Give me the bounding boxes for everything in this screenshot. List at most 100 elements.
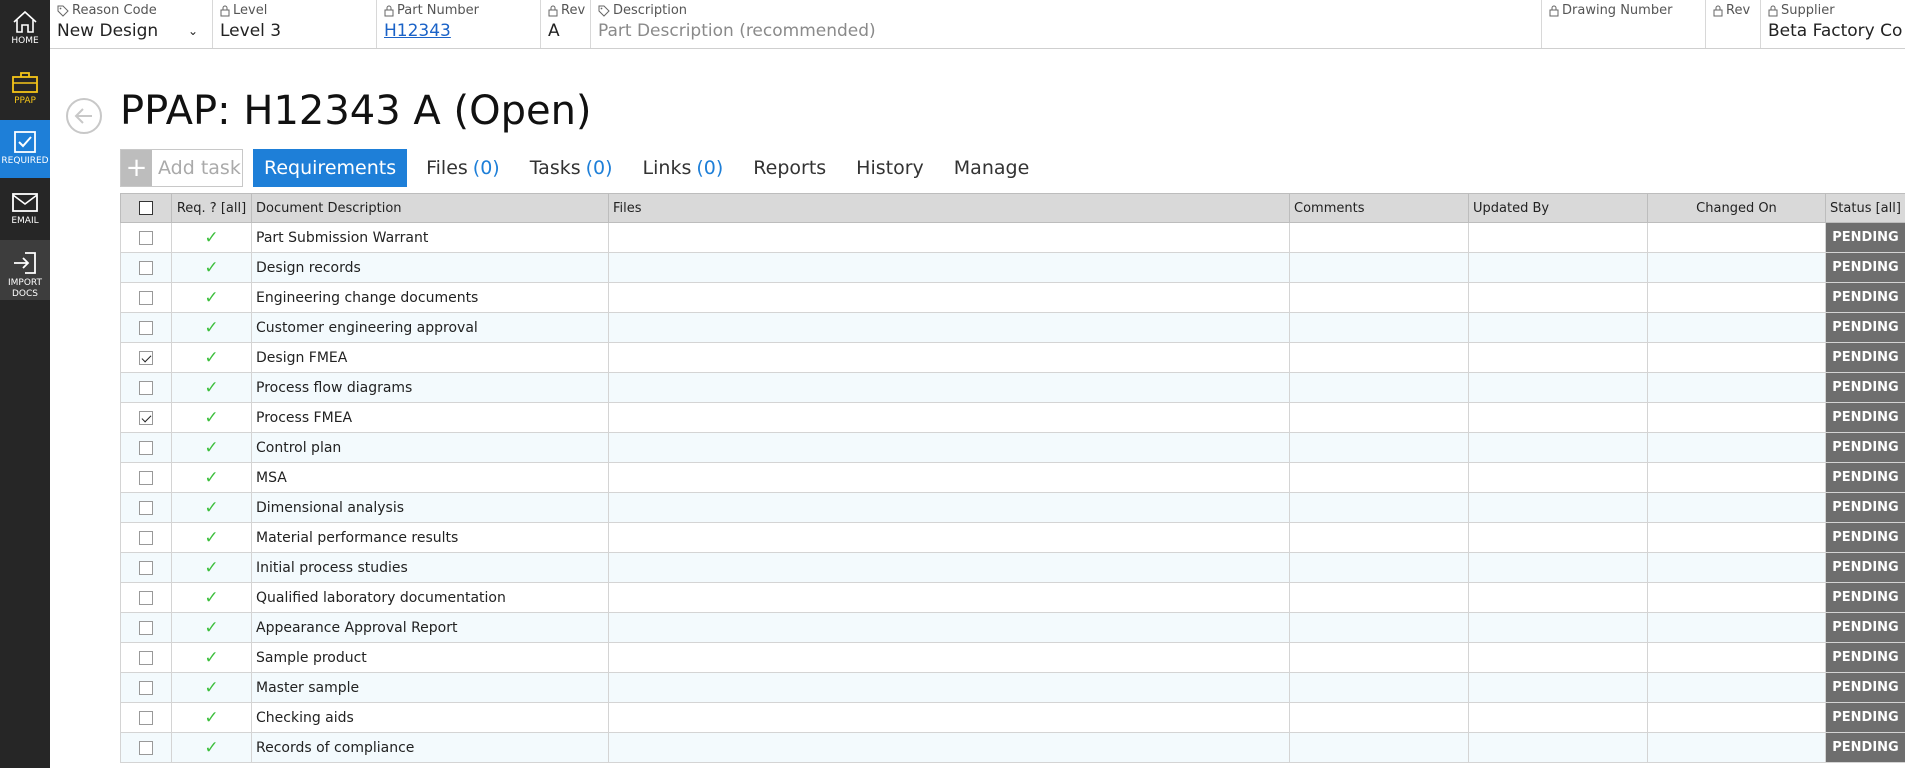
status-badge[interactable]: PENDING (1825, 492, 1905, 523)
document-description[interactable]: Initial process studies (251, 552, 609, 583)
files-cell[interactable] (608, 702, 1290, 733)
comments-cell[interactable] (1289, 342, 1469, 373)
comments-cell[interactable] (1289, 522, 1469, 553)
document-description[interactable]: Process FMEA (251, 402, 609, 433)
description-field[interactable]: Description Part Description (recommende… (591, 0, 1542, 48)
table-row[interactable]: ✓ Material performance results PENDING (120, 522, 1905, 553)
comments-cell[interactable] (1289, 222, 1469, 253)
row-checkbox[interactable] (139, 680, 153, 695)
document-description[interactable]: Process flow diagrams (251, 372, 609, 403)
sidebar-item-ppap[interactable]: PPAP (0, 60, 50, 118)
table-row[interactable]: ✓ Appearance Approval Report PENDING (120, 612, 1905, 643)
status-badge[interactable]: PENDING (1825, 732, 1905, 763)
table-row[interactable]: ✓ Part Submission Warrant PENDING (120, 222, 1905, 253)
back-button[interactable] (66, 98, 102, 134)
row-checkbox[interactable] (139, 620, 153, 635)
status-badge[interactable]: PENDING (1825, 222, 1905, 253)
status-badge[interactable]: PENDING (1825, 342, 1905, 373)
files-cell[interactable] (608, 492, 1290, 523)
status-badge[interactable]: PENDING (1825, 612, 1905, 643)
files-cell[interactable] (608, 402, 1290, 433)
chevron-down-icon[interactable]: ⌄ (188, 24, 198, 38)
comments-cell[interactable] (1289, 672, 1469, 703)
files-cell[interactable] (608, 372, 1290, 403)
row-checkbox[interactable] (139, 320, 153, 335)
document-description[interactable]: Material performance results (251, 522, 609, 553)
row-checkbox[interactable] (139, 590, 153, 605)
table-row[interactable]: ✓ Design FMEA PENDING (120, 342, 1905, 373)
files-cell[interactable] (608, 342, 1290, 373)
comments-cell[interactable] (1289, 312, 1469, 343)
required-check-icon[interactable]: ✓ (171, 402, 252, 433)
required-check-icon[interactable]: ✓ (171, 642, 252, 673)
status-badge[interactable]: PENDING (1825, 432, 1905, 463)
required-check-icon[interactable]: ✓ (171, 612, 252, 643)
table-row[interactable]: ✓ MSA PENDING (120, 462, 1905, 493)
comments-cell[interactable] (1289, 372, 1469, 403)
comments-cell[interactable] (1289, 552, 1469, 583)
table-row[interactable]: ✓ Engineering change documents PENDING (120, 282, 1905, 313)
table-row[interactable]: ✓ Dimensional analysis PENDING (120, 492, 1905, 523)
status-badge[interactable]: PENDING (1825, 252, 1905, 283)
table-row[interactable]: ✓ Process flow diagrams PENDING (120, 372, 1905, 403)
table-row[interactable]: ✓ Design records PENDING (120, 252, 1905, 283)
document-description[interactable]: Design FMEA (251, 342, 609, 373)
required-check-icon[interactable]: ✓ (171, 222, 252, 253)
status-badge[interactable]: PENDING (1825, 642, 1905, 673)
files-cell[interactable] (608, 672, 1290, 703)
tab-requirements[interactable]: Requirements (253, 149, 408, 187)
changed-on-column-header[interactable]: Changed On (1647, 193, 1826, 223)
files-cell[interactable] (608, 312, 1290, 343)
files-cell[interactable] (608, 432, 1290, 463)
row-checkbox[interactable] (139, 470, 153, 485)
row-checkbox[interactable] (139, 440, 153, 455)
document-description[interactable]: Checking aids (251, 702, 609, 733)
table-row[interactable]: ✓ Customer engineering approval PENDING (120, 312, 1905, 343)
row-checkbox[interactable] (139, 350, 153, 365)
comments-cell[interactable] (1289, 582, 1469, 613)
document-description[interactable]: Records of compliance (251, 732, 609, 763)
sidebar-item-import-docs[interactable]: IMPORT DOCS (0, 240, 50, 300)
description-input[interactable]: Part Description (recommended) (598, 21, 1541, 41)
required-check-icon[interactable]: ✓ (171, 282, 252, 313)
table-row[interactable]: ✓ Master sample PENDING (120, 672, 1905, 703)
document-description[interactable]: Customer engineering approval (251, 312, 609, 343)
comments-cell[interactable] (1289, 462, 1469, 493)
status-badge[interactable]: PENDING (1825, 582, 1905, 613)
required-check-icon[interactable]: ✓ (171, 312, 252, 343)
status-badge[interactable]: PENDING (1825, 672, 1905, 703)
sidebar-item-required[interactable]: REQUIRED (0, 120, 50, 178)
files-cell[interactable] (608, 282, 1290, 313)
files-column-header[interactable]: Files (608, 193, 1290, 223)
table-row[interactable]: ✓ Sample product PENDING (120, 642, 1905, 673)
files-cell[interactable] (608, 732, 1290, 763)
table-row[interactable]: ✓ Records of compliance PENDING (120, 732, 1905, 763)
status-badge[interactable]: PENDING (1825, 552, 1905, 583)
status-badge[interactable]: PENDING (1825, 522, 1905, 553)
files-cell[interactable] (608, 252, 1290, 283)
row-checkbox[interactable] (139, 260, 153, 275)
comments-cell[interactable] (1289, 702, 1469, 733)
comments-cell[interactable] (1289, 432, 1469, 463)
status-badge[interactable]: PENDING (1825, 282, 1905, 313)
tab-files[interactable]: Files (0) (415, 149, 511, 187)
document-description[interactable]: Control plan (251, 432, 609, 463)
tab-history[interactable]: History (845, 149, 935, 187)
status-column-header[interactable]: Status [all] (1825, 193, 1905, 223)
required-check-icon[interactable]: ✓ (171, 582, 252, 613)
table-row[interactable]: ✓ Checking aids PENDING (120, 702, 1905, 733)
status-badge[interactable]: PENDING (1825, 702, 1905, 733)
comments-cell[interactable] (1289, 642, 1469, 673)
required-check-icon[interactable]: ✓ (171, 552, 252, 583)
files-cell[interactable] (608, 612, 1290, 643)
table-row[interactable]: ✓ Process FMEA PENDING (120, 402, 1905, 433)
reason-code-field[interactable]: Reason Code New Design ⌄ (50, 0, 213, 48)
sidebar-item-email[interactable]: EMAIL (0, 180, 50, 238)
files-cell[interactable] (608, 462, 1290, 493)
row-checkbox[interactable] (139, 500, 153, 515)
required-check-icon[interactable]: ✓ (171, 342, 252, 373)
files-cell[interactable] (608, 642, 1290, 673)
comments-cell[interactable] (1289, 612, 1469, 643)
comments-cell[interactable] (1289, 732, 1469, 763)
row-checkbox[interactable] (139, 530, 153, 545)
